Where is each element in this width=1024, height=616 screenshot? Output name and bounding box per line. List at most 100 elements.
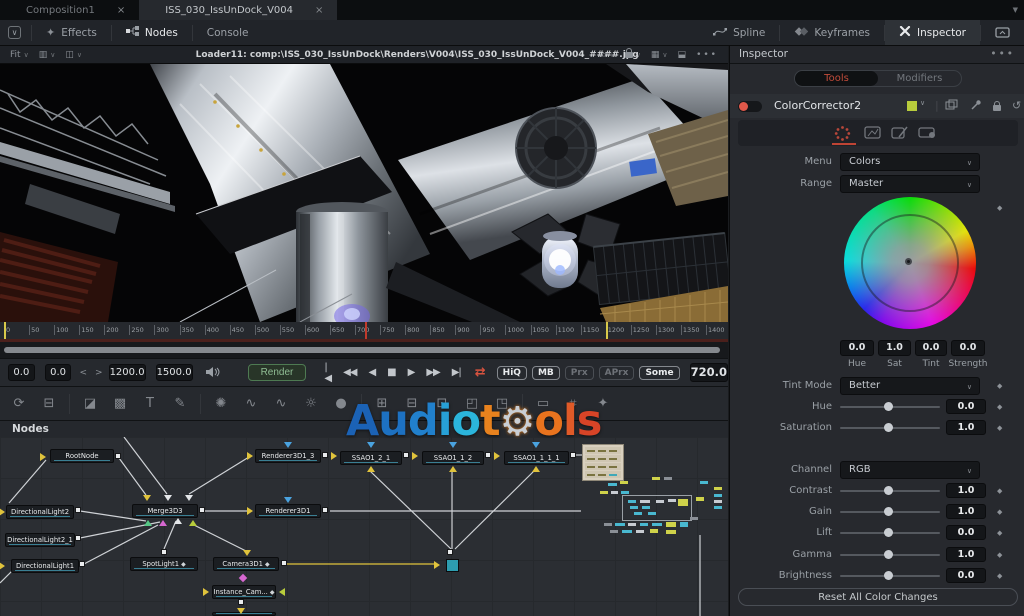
node-port[interactable]	[322, 507, 328, 513]
node-port[interactable]	[279, 588, 285, 596]
contrast-value-field[interactable]: 1.0	[946, 483, 986, 498]
keyframe-icon[interactable]: ◆	[997, 572, 1002, 580]
node-port[interactable]	[144, 520, 152, 526]
node-port[interactable]	[75, 507, 81, 513]
paste-icon[interactable]: ⊟	[34, 396, 64, 411]
audio-icon[interactable]	[205, 363, 220, 382]
fast-forward-button[interactable]: ▶▶	[426, 367, 440, 378]
color-wheel[interactable]	[844, 197, 976, 329]
flag-aprx[interactable]: APrx	[598, 365, 635, 380]
node-port[interactable]	[164, 495, 172, 501]
reset-all-color-changes-button[interactable]: Reset All Color Changes	[738, 588, 1018, 606]
node-port[interactable]	[237, 608, 245, 614]
keyframe-icon[interactable]: ◆	[997, 551, 1002, 559]
node-port[interactable]	[367, 442, 375, 448]
stop-button[interactable]: ■	[387, 367, 397, 378]
dve-icon[interactable]: ◳	[487, 396, 517, 411]
current-frame-field[interactable]: 720.0	[689, 363, 728, 382]
node-port[interactable]	[412, 452, 418, 460]
gain-value-field[interactable]: 1.0	[946, 504, 986, 519]
node-port[interactable]	[243, 550, 251, 556]
node-port[interactable]	[0, 508, 5, 516]
node-port[interactable]	[284, 497, 292, 503]
reset-icon[interactable]: ↺	[1012, 99, 1021, 112]
node-port[interactable]	[189, 520, 197, 526]
close-icon[interactable]: ×	[315, 5, 323, 16]
viewer-lut-dropdown[interactable]: ▦ ∨	[651, 50, 668, 60]
saver-icon[interactable]: ▩	[105, 396, 135, 411]
node-port[interactable]	[331, 452, 337, 460]
node[interactable]: DirectionalLight2	[6, 505, 74, 519]
node[interactable]: Camera3D1 ◆	[213, 557, 279, 571]
playhead[interactable]	[365, 322, 368, 339]
viewer-channel-dropdown[interactable]: ◫ ∨	[65, 50, 82, 60]
skip-to-end-button[interactable]: ▶|	[452, 367, 462, 378]
node-port[interactable]	[0, 562, 5, 570]
slider-knob[interactable]	[884, 402, 893, 411]
viewer-fit-dropdown[interactable]: Fit ∨	[10, 50, 29, 60]
lift-value-field[interactable]: 0.0	[946, 525, 986, 540]
timeline-ruler[interactable]: 0 50 100 150 200 250 300 350 400 450 500 550 600 650 7…	[0, 322, 728, 339]
node-port[interactable]	[247, 452, 253, 460]
sat-value-field[interactable]: 1.0	[878, 340, 911, 356]
composition-tab[interactable]: ISS_030_IssUnDock_V004 ×	[139, 0, 338, 20]
node-port[interactable]	[367, 466, 375, 472]
paint-icon[interactable]: ✎	[165, 396, 195, 411]
node-port[interactable]	[159, 520, 167, 526]
node[interactable]: Instance_Cam... ◆	[212, 585, 276, 599]
render-end-field[interactable]: 1500.0	[155, 364, 193, 381]
nodes-button[interactable]: Nodes	[112, 20, 192, 45]
io-icon[interactable]: ⟳	[4, 396, 34, 411]
node-port[interactable]	[143, 495, 151, 501]
render-start-field[interactable]: 1200.0	[108, 364, 146, 381]
tint-mode-dropdown[interactable]: Better ∨	[840, 377, 980, 395]
node-port[interactable]	[403, 452, 409, 458]
scrollbar-thumb[interactable]	[4, 347, 720, 353]
node-port[interactable]	[185, 495, 193, 501]
rectangle-mask-icon[interactable]: ▭	[528, 396, 558, 411]
polygon-mask-icon[interactable]: ⌗	[558, 396, 588, 411]
hue-value-field[interactable]: 0.0	[946, 399, 986, 414]
node-port[interactable]	[447, 549, 453, 555]
step-back-button[interactable]: ◀	[368, 367, 376, 378]
slider-knob[interactable]	[884, 571, 893, 580]
node-port[interactable]	[199, 507, 205, 513]
presentation-icon[interactable]	[981, 20, 1024, 45]
gamma-value-field[interactable]: 1.0	[946, 547, 986, 562]
camera-icon[interactable]: ⊡	[427, 396, 457, 411]
keyframe-icon[interactable]: ◆	[997, 382, 1002, 390]
tab-modifiers[interactable]: Modifiers	[878, 71, 961, 86]
node[interactable]: DirectionalLight1	[11, 559, 79, 573]
node-port[interactable]	[174, 518, 182, 524]
console-button[interactable]: Console	[193, 20, 263, 45]
global-start-field[interactable]: 0.0	[8, 364, 35, 381]
keyframe-icon[interactable]: ◆	[997, 424, 1002, 432]
loader-icon[interactable]: ◪	[75, 396, 105, 411]
slider-knob[interactable]	[884, 486, 893, 495]
node-port[interactable]	[322, 452, 328, 458]
viewer-image[interactable]	[0, 64, 728, 322]
slider-knob[interactable]	[884, 550, 893, 559]
node-port[interactable]	[494, 452, 500, 460]
play-button[interactable]: ▶	[408, 367, 416, 378]
viewer-split-button[interactable]: ⬓	[678, 50, 687, 60]
keyframes-button[interactable]: Keyframes	[780, 20, 884, 45]
tint-value-field[interactable]: 0.0	[915, 340, 947, 356]
render-button[interactable]: Render	[247, 364, 307, 381]
flag-hiq[interactable]: HiQ	[496, 365, 527, 380]
inspector-menu-icon[interactable]: •••	[990, 48, 1015, 60]
node[interactable]: Renderer3D1	[255, 504, 321, 518]
node-port[interactable]	[449, 466, 457, 472]
node[interactable]: RootNode	[50, 449, 114, 463]
node-port[interactable]	[247, 507, 253, 515]
node[interactable]: DirectionalLight2_1	[5, 533, 75, 547]
node-port[interactable]	[485, 452, 491, 458]
increment-icon[interactable]: >	[95, 368, 103, 378]
options-tab-icon[interactable]	[918, 125, 938, 144]
flag-some[interactable]: Some	[639, 365, 680, 380]
tracker-icon[interactable]: ✦	[588, 396, 618, 411]
flag-prx[interactable]: Prx	[564, 365, 594, 380]
node[interactable]: Merge3D3	[132, 504, 198, 518]
keyframe-icon[interactable]: ◆	[997, 508, 1002, 516]
tool-enable-toggle[interactable]	[738, 101, 762, 112]
